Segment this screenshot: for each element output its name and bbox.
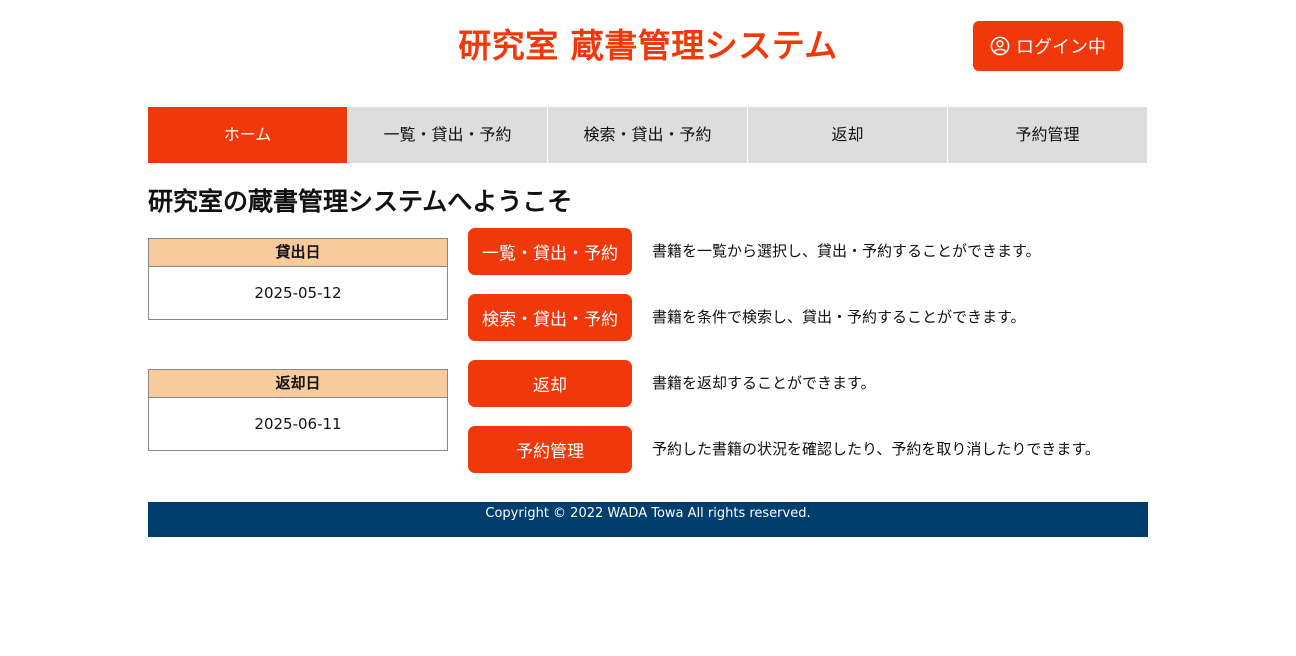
return-button[interactable]: 返却 [468,360,632,407]
list-lend-reserve-button[interactable]: 一覧・貸出・予約 [468,228,632,275]
welcome-heading: 研究室の蔵書管理システムへようこそ [148,187,573,216]
nav-item-search-lend-reserve[interactable]: 検索・貸出・予約 [547,107,747,163]
header: 研究室 蔵書管理システム ログイン中 [0,0,1296,107]
return-date-box: 返却日 2025-06-11 [148,369,448,451]
user-circle-icon [990,36,1010,56]
return-date-value: 2025-06-11 [254,415,342,433]
main-nav: ホーム 一覧・貸出・予約 検索・貸出・予約 返却 予約管理 [148,107,1147,163]
lend-date-value: 2025-05-12 [254,284,342,302]
login-status-label: ログイン中 [1016,37,1106,58]
nav-item-reservation-management[interactable]: 予約管理 [947,107,1147,163]
footer: Copyright © 2022 WADA Towa All rights re… [148,502,1148,537]
reservation-management-description: 予約した書籍の状況を確認したり、予約を取り消したりできます。 [652,440,1100,458]
nav-item-home[interactable]: ホーム [148,107,347,163]
search-lend-reserve-description: 書籍を条件で検索し、貸出・予約することができます。 [652,308,1026,326]
return-date-label: 返却日 [149,370,447,398]
reservation-management-button[interactable]: 予約管理 [468,426,632,473]
return-description: 書籍を返却することができます。 [652,374,876,392]
nav-item-return[interactable]: 返却 [747,107,947,163]
lend-date-box: 貸出日 2025-05-12 [148,238,448,320]
login-status-button[interactable]: ログイン中 [973,21,1123,71]
copyright-text: Copyright © 2022 WADA Towa All rights re… [485,506,811,521]
nav-item-list-lend-reserve[interactable]: 一覧・貸出・予約 [347,107,547,163]
list-lend-reserve-description: 書籍を一覧から選択し、貸出・予約することができます。 [652,242,1041,260]
lend-date-label: 貸出日 [149,239,447,267]
search-lend-reserve-button[interactable]: 検索・貸出・予約 [468,294,632,341]
